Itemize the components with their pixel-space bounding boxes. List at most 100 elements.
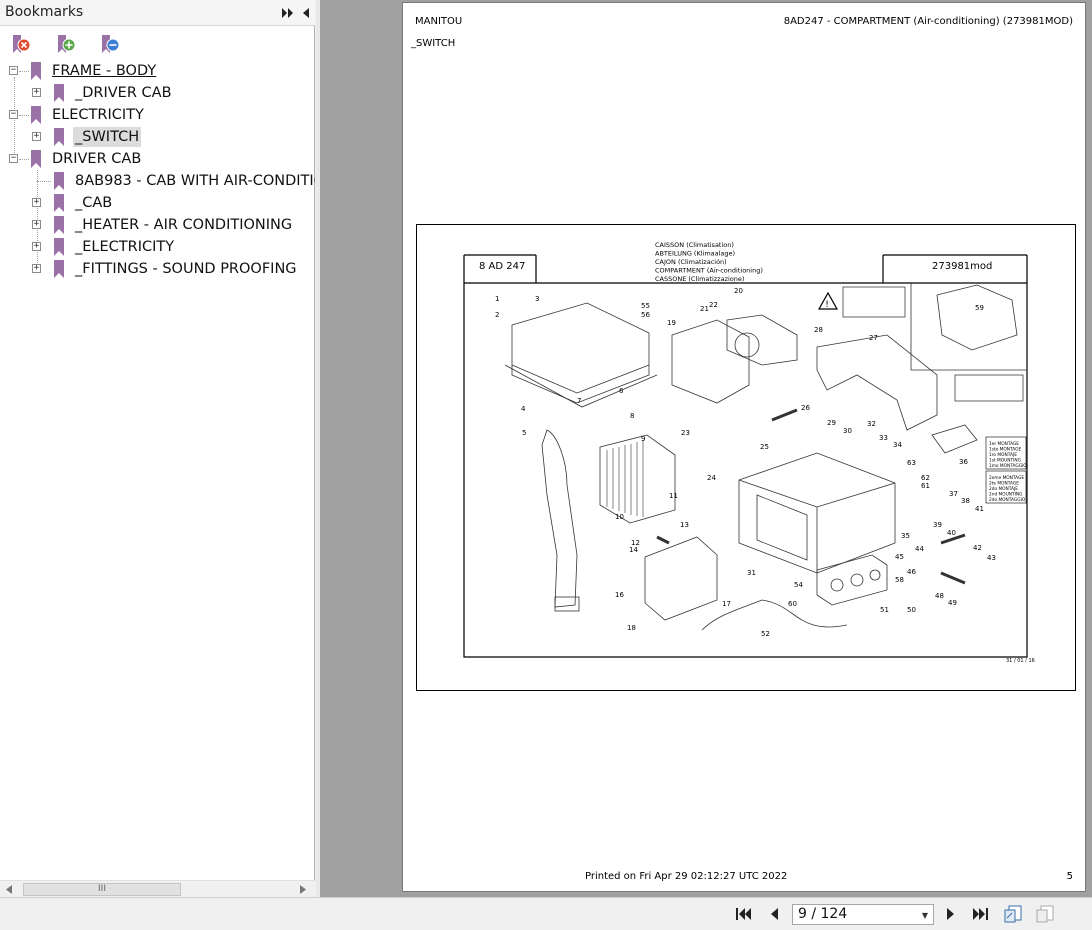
expand-toggle[interactable]: +	[32, 242, 41, 251]
part-number-callout: 1	[495, 295, 499, 303]
part-number-callout: 31	[747, 569, 756, 577]
exploded-view-drawing: ! CAISSON (Climatisation)ABTEILUNG (Klim…	[463, 241, 1028, 658]
part-number-callout: 61	[921, 482, 930, 490]
part-number-callout: 10	[615, 513, 624, 521]
fit-width-icon[interactable]	[1035, 904, 1055, 924]
bookmark-frame-body[interactable]: − FRAME - BODY	[0, 60, 315, 82]
part-number-callout: 26	[801, 404, 810, 412]
part-number-callout: 30	[843, 427, 852, 435]
bookmark-label: _DRIVER CAB	[75, 85, 172, 101]
part-number-callout: 14	[629, 546, 638, 554]
legend-first-mounting: 1mo MONTAGGIO	[989, 463, 1027, 469]
bookmarks-title: Bookmarks	[5, 4, 84, 20]
chevron-down-icon: ▼	[921, 911, 928, 920]
bookmark-label: ELECTRICITY	[52, 107, 144, 123]
expand-bookmark-icon[interactable]	[55, 33, 77, 55]
scroll-right-icon[interactable]	[299, 885, 307, 894]
part-number-callout: 54	[794, 581, 803, 589]
part-number-callout: 45	[895, 553, 904, 561]
bookmark-label: _FITTINGS - SOUND PROOFING	[75, 261, 297, 277]
part-number-callout: 40	[947, 529, 956, 537]
part-number-callout: 23	[681, 429, 690, 437]
figure-ref-right: 273981mod	[932, 261, 993, 272]
part-number-callout: 27	[869, 334, 878, 342]
footer-page-number: 5	[1066, 871, 1073, 882]
part-number-callout: 63	[907, 459, 916, 467]
part-number-callout: 49	[948, 599, 957, 607]
part-number-callout: 9	[641, 435, 645, 443]
part-number-callout: 56	[641, 311, 650, 319]
bookmark-label: 8AB983 - CAB WITH AIR-CONDITIO	[75, 173, 315, 189]
scroll-thumb[interactable]: III	[23, 883, 181, 896]
horizontal-scrollbar[interactable]: III	[0, 880, 315, 897]
bookmark-label: _SWITCH	[73, 127, 142, 147]
part-number-callout: 6	[619, 387, 624, 395]
part-number-callout: 44	[915, 545, 924, 553]
first-page-icon[interactable]	[735, 906, 753, 922]
bookmark-switch[interactable]: + _SWITCH	[0, 126, 315, 148]
part-number-callout: 28	[814, 326, 823, 334]
expand-toggle[interactable]: +	[32, 220, 41, 229]
pdf-page: MANITOU 8AD247 - COMPARTMENT (Air-condit…	[402, 2, 1086, 892]
close-panel-icon[interactable]	[299, 6, 313, 20]
collapse-toggle[interactable]: −	[9, 110, 18, 119]
part-number-callout: 33	[879, 434, 888, 442]
bookmark-8ab983[interactable]: 8AB983 - CAB WITH AIR-CONDITIO	[0, 170, 315, 192]
bookmark-electricity-sub[interactable]: + _ELECTRICITY	[0, 236, 315, 258]
part-number-callout: 18	[627, 624, 636, 632]
collapse-toggle[interactable]: −	[9, 154, 18, 163]
part-number-callout: 22	[709, 301, 718, 309]
expand-toggle[interactable]: +	[32, 198, 41, 207]
legend-second-mounting: 2nd MOUNTING	[989, 492, 1022, 498]
bookmarks-toolbar	[0, 27, 315, 57]
footer-printed: Printed on Fri Apr 29 02:12:27 UTC 2022	[585, 871, 788, 882]
collapse-toggle[interactable]: −	[9, 66, 18, 75]
scroll-left-icon[interactable]	[5, 885, 13, 894]
document-view[interactable]: MANITOU 8AD247 - COMPARTMENT (Air-condit…	[320, 0, 1092, 897]
bookmark-icon	[31, 150, 41, 168]
page-subtitle: _SWITCH	[411, 38, 456, 49]
last-page-icon[interactable]	[971, 906, 989, 922]
part-number-callout: 59	[975, 304, 984, 312]
bookmark-icon	[54, 84, 64, 102]
fit-page-icon[interactable]	[1003, 904, 1023, 924]
part-number-callout: 43	[987, 554, 996, 562]
figure-title-line: CASSONE (Climatizzazione)	[655, 275, 744, 283]
part-number-callout: 60	[788, 600, 797, 608]
expand-toggle[interactable]: +	[32, 132, 41, 141]
bookmark-label: FRAME - BODY	[52, 63, 157, 79]
collapse-bookmark-icon[interactable]	[99, 33, 121, 55]
bookmark-label: _CAB	[75, 195, 113, 211]
legend-second-mounting: 2do MONTAGGIO	[989, 497, 1026, 503]
bookmark-cab[interactable]: + _CAB	[0, 192, 315, 214]
part-number-callout: 35	[901, 532, 910, 540]
bookmark-driver-cab[interactable]: + _DRIVER CAB	[0, 82, 315, 104]
part-number-callout: 24	[707, 474, 716, 482]
bookmark-fittings[interactable]: + _FITTINGS - SOUND PROOFING	[0, 258, 315, 280]
expand-toggle[interactable]: +	[32, 264, 41, 273]
part-number-callout: 48	[935, 592, 944, 600]
part-number-callout: 4	[521, 405, 526, 413]
bookmark-label: DRIVER CAB	[52, 151, 142, 167]
part-number-callout: 37	[949, 490, 958, 498]
page-number-value: 9 / 124	[798, 906, 848, 922]
previous-page-icon[interactable]	[765, 906, 783, 922]
part-number-callout: 21	[700, 305, 709, 313]
next-page-icon[interactable]	[942, 906, 960, 922]
part-number-callout: 55	[641, 302, 650, 310]
page-header-left: MANITOU	[415, 16, 463, 27]
bookmark-icon	[54, 216, 64, 234]
delete-bookmark-icon[interactable]	[10, 33, 32, 55]
panel-options-icon[interactable]	[281, 6, 295, 20]
part-number-callout: 46	[907, 568, 916, 576]
part-number-callout: 52	[761, 630, 770, 638]
expand-toggle[interactable]: +	[32, 88, 41, 97]
bookmark-icon	[54, 172, 64, 190]
bookmark-heater[interactable]: + _HEATER - AIR CONDITIONING	[0, 214, 315, 236]
bookmark-driver-cab-section[interactable]: − DRIVER CAB	[0, 148, 315, 170]
bookmarks-header: Bookmarks	[0, 0, 315, 26]
bookmark-icon	[31, 106, 41, 124]
bookmark-electricity[interactable]: − ELECTRICITY	[0, 104, 315, 126]
figure-title-line: ABTEILUNG (Klimaalage)	[655, 250, 735, 258]
page-number-select[interactable]: 9 / 124 ▼	[792, 904, 934, 925]
